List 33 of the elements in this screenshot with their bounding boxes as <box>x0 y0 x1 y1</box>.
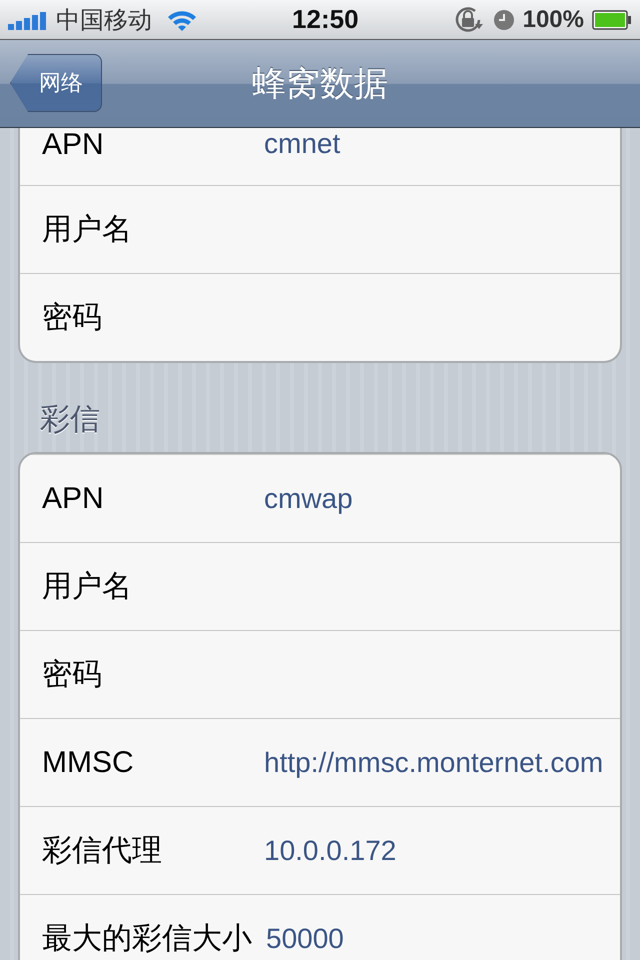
settings-row[interactable]: 最大的彩信大小 50000 <box>20 894 620 960</box>
field-label: APN <box>42 128 105 162</box>
field-label: 密码 <box>42 300 103 336</box>
settings-row[interactable]: 密码 <box>20 630 620 718</box>
field-label: 用户名 <box>42 212 133 248</box>
field-value[interactable]: 10.0.0.172 <box>264 834 396 866</box>
rotation-lock-icon <box>452 6 485 34</box>
settings-row[interactable]: 密码 <box>20 273 620 361</box>
battery-percentage: 100% <box>522 6 584 34</box>
field-label: 用户名 <box>42 569 133 605</box>
clock-time: 12:50 <box>292 4 359 35</box>
settings-row[interactable]: APN cmnet <box>20 128 620 185</box>
settings-row[interactable]: MMSC http://mmsc.monternet.com <box>20 718 620 806</box>
settings-row[interactable]: APN cmwap <box>20 454 620 542</box>
field-value[interactable]: 50000 <box>266 922 344 954</box>
field-value[interactable]: http://mmsc.monternet.com <box>264 746 604 778</box>
field-label: 彩信代理 <box>42 833 163 869</box>
field-label: MMSC <box>42 746 135 780</box>
settings-row[interactable]: 用户名 <box>20 542 620 630</box>
settings-row[interactable]: 彩信代理 10.0.0.172 <box>20 806 620 894</box>
field-value[interactable]: cmnet <box>264 128 340 160</box>
section-header: 彩信 <box>39 402 101 438</box>
battery-icon <box>592 10 632 30</box>
signal-icon <box>8 10 48 30</box>
carrier-name: 中国移动 <box>56 6 152 36</box>
field-label: APN <box>42 482 105 516</box>
back-button[interactable]: 网络 <box>10 54 102 112</box>
alarm-clock-icon <box>492 8 515 30</box>
settings-row[interactable]: 用户名 <box>20 185 620 273</box>
field-value[interactable]: cmwap <box>264 482 353 514</box>
field-label: 密码 <box>42 657 103 693</box>
field-label: 最大的彩信大小 <box>42 921 253 957</box>
page-title: 蜂窝数据 <box>252 64 388 104</box>
